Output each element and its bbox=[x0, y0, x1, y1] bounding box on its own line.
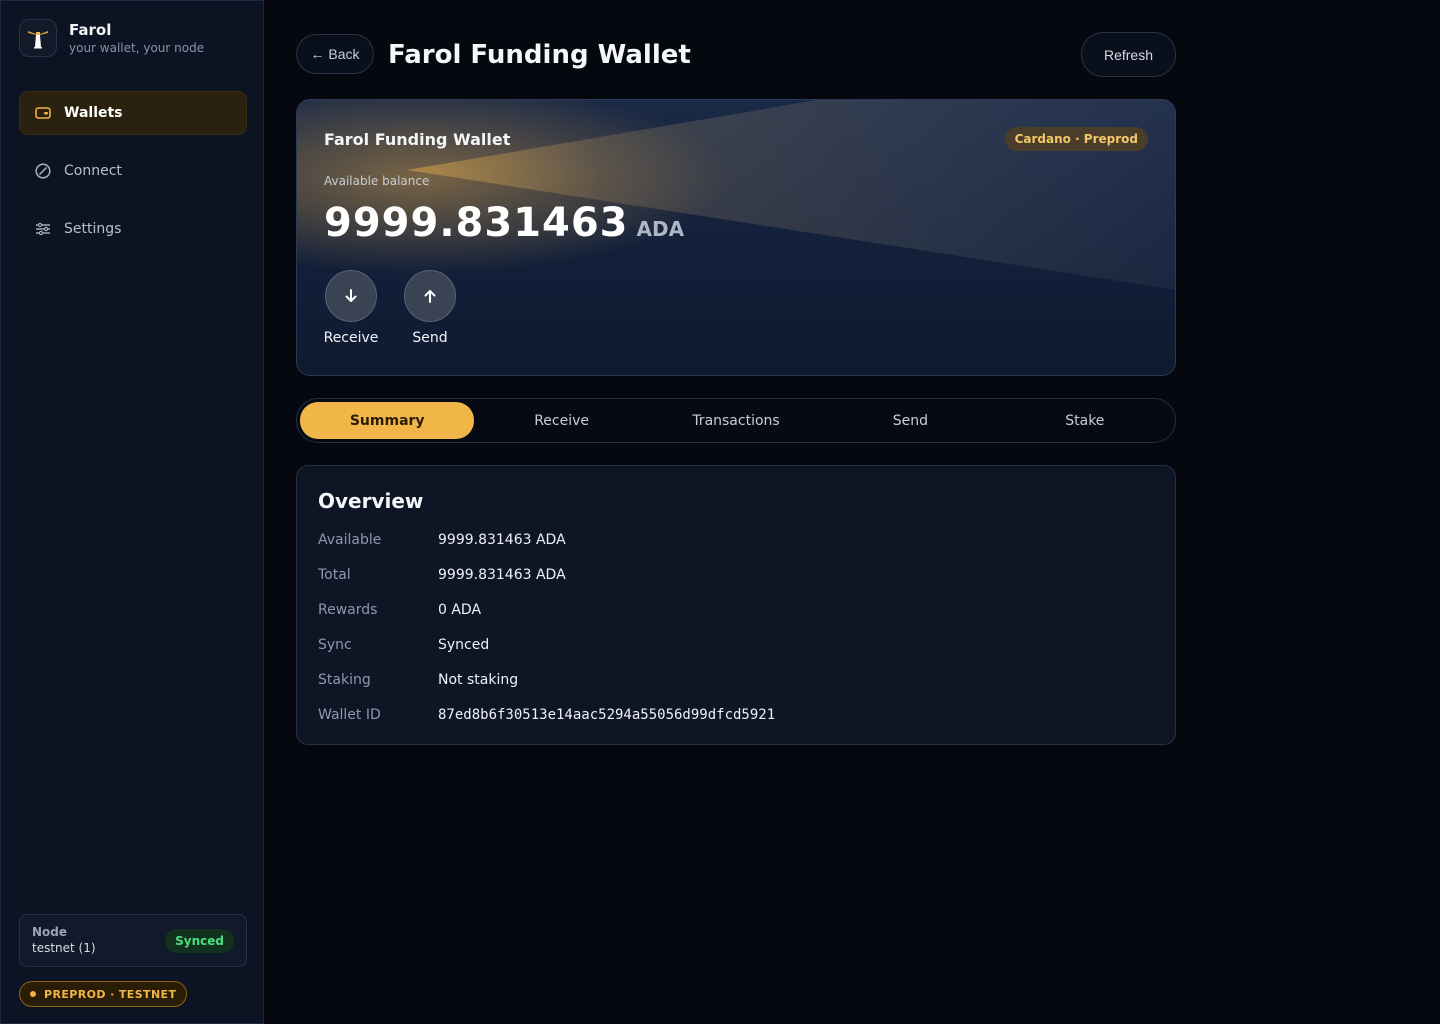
sidebar-item-settings[interactable]: Settings bbox=[19, 207, 247, 251]
refresh-button[interactable]: Refresh bbox=[1081, 32, 1176, 77]
status-dot-icon bbox=[30, 991, 36, 997]
overview-label: Available bbox=[318, 532, 382, 548]
wallet-icon bbox=[34, 104, 52, 122]
sidebar-item-label: Settings bbox=[64, 221, 122, 237]
overview-row-sync: Sync Synced bbox=[318, 635, 489, 655]
tab-receive[interactable]: Receive bbox=[474, 402, 648, 439]
overview-label: Staking bbox=[318, 672, 371, 688]
wallet-tabs: Summary Receive Transactions Send Stake bbox=[296, 398, 1176, 443]
sidebar-item-label: Wallets bbox=[64, 105, 123, 121]
arrow-up-icon bbox=[424, 290, 436, 303]
overview-value: 9999.831463 ADA bbox=[438, 532, 566, 548]
balance-unit: ADA bbox=[636, 217, 685, 241]
overview-label: Sync bbox=[318, 637, 352, 653]
tab-summary[interactable]: Summary bbox=[300, 402, 475, 439]
brand: Farol your wallet, your node bbox=[19, 19, 204, 57]
send-label: Send bbox=[412, 330, 448, 346]
node-status-card: Node testnet (1) Synced bbox=[19, 914, 247, 967]
send-action: Send bbox=[400, 270, 460, 346]
overview-label: Total bbox=[318, 567, 351, 583]
overview-row-total: Total 9999.831463 ADA bbox=[318, 565, 566, 585]
wallet-id-value: 87ed8b6f30513e14aac5294a55056d99dfcd5921 bbox=[438, 707, 776, 723]
overview-row-rewards: Rewards 0 ADA bbox=[318, 600, 481, 620]
balance-label: Available balance bbox=[324, 174, 430, 188]
receive-action: Receive bbox=[321, 270, 381, 346]
send-button[interactable] bbox=[404, 270, 456, 322]
brand-name: Farol bbox=[69, 21, 112, 39]
balance-card: Farol Funding Wallet Cardano · Preprod A… bbox=[296, 99, 1176, 376]
tab-stake[interactable]: Stake bbox=[998, 402, 1172, 439]
arrow-down-icon bbox=[345, 289, 357, 302]
overview-row-staking: Staking Not staking bbox=[318, 670, 518, 690]
sidebar-item-label: Connect bbox=[64, 163, 122, 179]
status-badge: Synced bbox=[165, 929, 234, 953]
sidebar-item-wallets[interactable]: Wallets bbox=[19, 91, 247, 135]
overview-label: Rewards bbox=[318, 602, 378, 618]
overview-title: Overview bbox=[318, 489, 424, 513]
overview-row-available: Available 9999.831463 ADA bbox=[318, 530, 566, 550]
lighthouse-icon bbox=[19, 19, 57, 57]
balance-value: 9999.831463 bbox=[324, 200, 629, 246]
sidebar-nav: Wallets Connect Settings bbox=[19, 91, 247, 265]
back-button[interactable]: ← Back bbox=[296, 34, 374, 74]
tab-send[interactable]: Send bbox=[823, 402, 997, 439]
overview-value: Synced bbox=[438, 637, 490, 653]
slash-circle-icon bbox=[34, 162, 52, 180]
chain-badge: Cardano · Preprod bbox=[1004, 127, 1148, 151]
tab-transactions[interactable]: Transactions bbox=[649, 402, 823, 439]
network-badge-label: PREPROD · TESTNET bbox=[44, 987, 177, 1001]
balance-amount: 9999.831463 ADA bbox=[324, 200, 684, 246]
overview-value: 9999.831463 ADA bbox=[438, 567, 566, 583]
receive-label: Receive bbox=[323, 330, 379, 346]
sidebar: Farol your wallet, your node Wallets Con… bbox=[0, 0, 264, 1024]
network-badge: PREPROD · TESTNET bbox=[19, 981, 188, 1007]
app-window: Farol your wallet, your node Wallets Con… bbox=[0, 0, 1440, 1024]
card-wallet-name: Farol Funding Wallet bbox=[324, 130, 511, 149]
overview-value: 0 ADA bbox=[438, 602, 482, 618]
brand-tagline: your wallet, your node bbox=[69, 41, 205, 55]
overview-row-wallet-id: Wallet ID 87ed8b6f30513e14aac5294a55056d… bbox=[318, 705, 775, 725]
sliders-icon bbox=[34, 220, 52, 238]
receive-button[interactable] bbox=[325, 270, 377, 322]
overview-label: Wallet ID bbox=[318, 707, 381, 723]
overview-value: Not staking bbox=[438, 672, 519, 688]
sidebar-item-connect[interactable]: Connect bbox=[19, 149, 247, 193]
overview-panel: Overview Available 9999.831463 ADA Total… bbox=[296, 465, 1176, 745]
page-title: Farol Funding Wallet bbox=[388, 40, 691, 70]
